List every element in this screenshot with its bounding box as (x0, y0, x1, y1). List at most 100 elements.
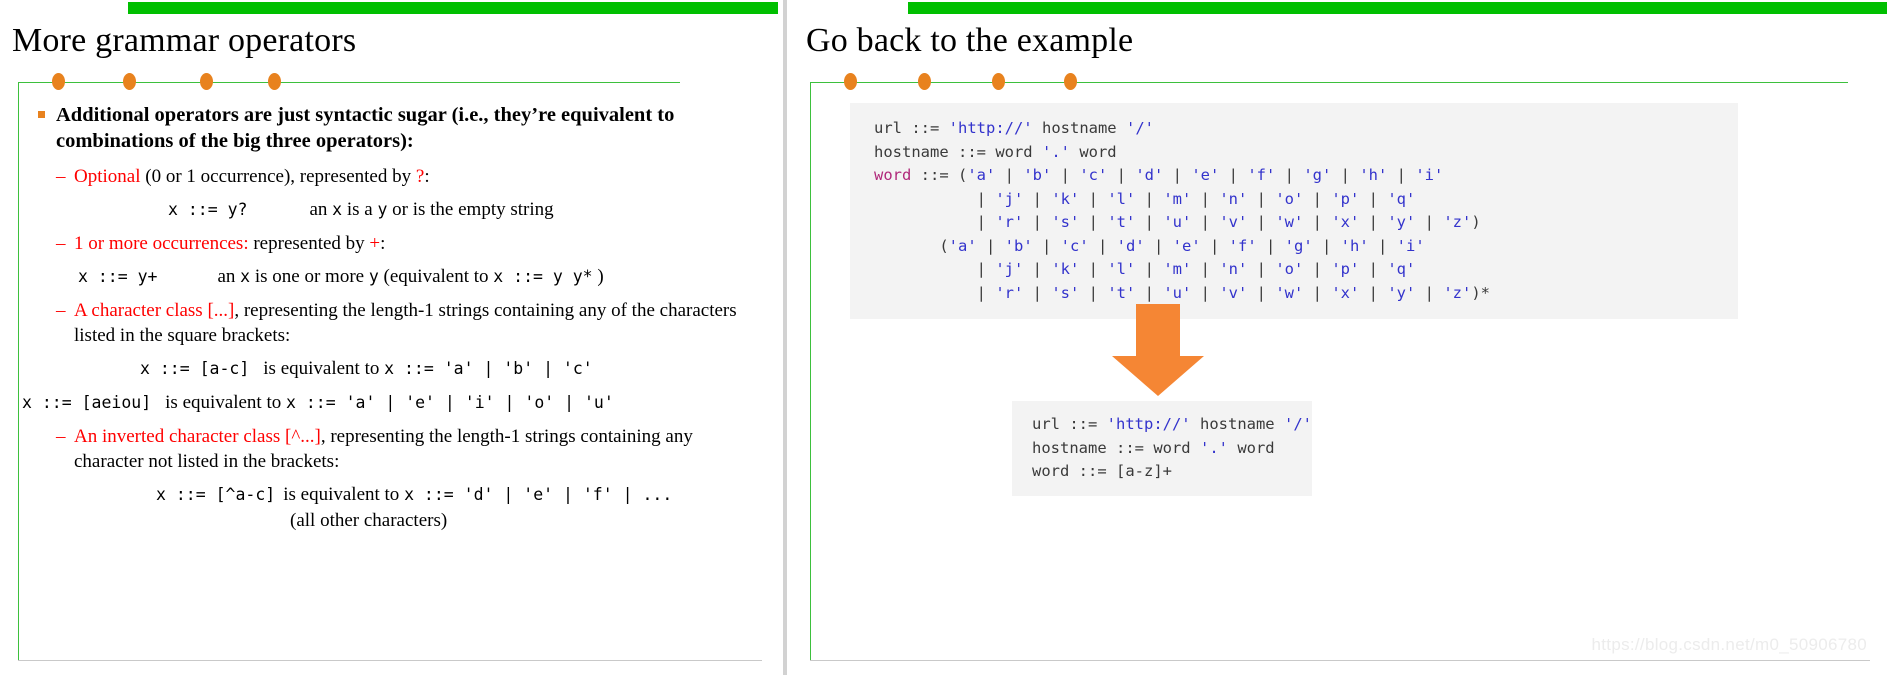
example-2-desc-d: ) (592, 266, 604, 287)
bottom-rule (18, 660, 762, 661)
sub-bullet-inverted-character-class: – An inverted character class [^...], re… (0, 424, 778, 474)
title-divider-rule (810, 82, 1848, 83)
code-token-plain: | (1135, 213, 1164, 231)
code-token-plain: | (1247, 260, 1276, 278)
example-2-rule: x ::= y+ (78, 267, 158, 286)
slide-separator (778, 0, 792, 675)
code-token-str: 'h' (1340, 236, 1369, 255)
code-token-str: 'o' (1275, 189, 1304, 208)
code-token-plain: | (1312, 236, 1341, 255)
code-token-plain: | (1144, 236, 1173, 255)
code-token-str: 'o' (1275, 260, 1304, 278)
slide-top-green-bar (128, 2, 778, 14)
code-token-str: 'y' (1387, 213, 1416, 231)
code-token-str: 'g' (1303, 166, 1332, 184)
code-token-plain: | (1415, 283, 1444, 302)
code-token-plain: | (1023, 260, 1052, 278)
code-token-str: 'n' (1219, 189, 1248, 208)
code-token-str: 'e' (1191, 166, 1220, 184)
code-token-str: 'e' (1172, 236, 1201, 255)
sub-bullet-character-class: – A character class [...], representing … (0, 298, 778, 348)
code-token-plain: | (1359, 260, 1388, 278)
code-line: | 'j' | 'k' | 'l' | 'm' | 'n' | 'o' | 'p… (874, 258, 1738, 282)
code-line: word ::= [a-z]+ (1032, 460, 1312, 484)
code-token-str: 'q' (1387, 260, 1416, 278)
code-token-plain: | (1079, 213, 1108, 231)
code-token-plain: | (1415, 213, 1444, 231)
code-token-str: 't' (1107, 213, 1136, 231)
code-token-plain: | (1359, 283, 1388, 302)
code-token-str: 'm' (1163, 189, 1192, 208)
code-token-plain: word (1227, 438, 1275, 457)
example-4-rule: x ::= [aeiou] (22, 393, 152, 412)
code-line: url ::= 'http://' hostname '/' (1032, 413, 1312, 437)
code-token-plain: | (1275, 166, 1304, 184)
example-2-y: y (368, 267, 379, 286)
code-token-str: 'l' (1107, 189, 1136, 208)
example-4-equiv: x ::= 'a' | 'e' | 'i' | 'o' | 'u' (285, 393, 614, 412)
code-token-str: 'w' (1275, 283, 1304, 302)
dash-bullet-icon: – (56, 233, 66, 254)
grammar-code-block-after: url ::= 'http://' hostname '/' hostname :… (1012, 401, 1312, 496)
decorative-dot-1 (844, 73, 857, 90)
code-token-str: 'y' (1387, 283, 1416, 302)
code-token-str: 'http://' (1106, 415, 1191, 433)
code-line: | 'r' | 's' | 't' | 'u' | 'v' | 'w' | 'x… (874, 282, 1738, 306)
code-token-str: 'http://' (948, 119, 1033, 137)
code-token-plain: | (1200, 236, 1229, 255)
code-token-str: 'l' (1107, 260, 1136, 278)
code-token-str: 'm' (1163, 260, 1192, 278)
code-token-plain: | (874, 189, 996, 208)
decorative-dot-3 (992, 73, 1005, 90)
slide-body: Additional operators are just syntactic … (0, 92, 778, 534)
code-token-str: 'g' (1284, 236, 1313, 255)
code-token-plain: | (976, 236, 1005, 255)
code-token-plain: word (1069, 142, 1117, 161)
code-token-plain: | (1247, 189, 1276, 208)
grammar-code-block-before: url ::= 'http://' hostname '/' hostname :… (850, 103, 1738, 319)
code-token-plain: | (1331, 166, 1360, 184)
code-token-str: 'w' (1275, 213, 1304, 231)
code-token-plain: | (1163, 166, 1192, 184)
code-token-plain: | (1247, 213, 1276, 231)
code-token-plain: | (1219, 166, 1248, 184)
code-token-plain: url ::= (874, 119, 949, 137)
code-token-str: '.' (1041, 142, 1070, 161)
code-token-plain: | (1107, 166, 1136, 184)
code-token-plain: | (1135, 283, 1164, 302)
code-token-plain: ::= ( (911, 166, 968, 184)
sub-bullet-operator: + (369, 233, 381, 254)
example-3-desc: is equivalent to (263, 358, 385, 379)
code-line: hostname ::= word '.' word (1032, 437, 1312, 461)
example-2-desc-a: an (217, 266, 241, 287)
code-token-plain: | (1191, 260, 1220, 278)
code-token-plain: | (1247, 283, 1276, 302)
code-token-plain: | (874, 260, 996, 278)
example-1-y: y (377, 200, 388, 219)
example-5-desc: is equivalent to (283, 484, 405, 505)
decorative-dot-3 (200, 73, 213, 90)
code-token-str: 'i' (1415, 166, 1444, 184)
code-token-plain: | (1191, 189, 1220, 208)
code-token-plain: | (1023, 189, 1052, 208)
code-token-plain: | (1303, 189, 1332, 208)
code-token-str: 'x' (1331, 213, 1360, 231)
code-token-plain: ( (874, 236, 949, 255)
code-token-plain: | (874, 283, 996, 302)
code-token-str: 'u' (1163, 283, 1192, 302)
code-line: ('a' | 'b' | 'c' | 'd' | 'e' | 'f' | 'g'… (874, 235, 1738, 259)
example-2-desc-b: is one or more (250, 266, 369, 287)
example-1-x: x (332, 200, 343, 219)
code-token-kw: word (874, 166, 912, 184)
decorative-dot-2 (918, 73, 931, 90)
example-line-3: x ::= [a-c] is equivalent to x ::= 'a' | … (0, 356, 778, 382)
code-token-plain: | (1079, 189, 1108, 208)
code-token-str: 'j' (995, 260, 1024, 278)
sub-bullet-one-or-more: – 1 or more occurrences: represented by … (0, 231, 778, 256)
code-token-plain: hostname (1032, 119, 1126, 137)
code-line: url ::= 'http://' hostname '/' (874, 117, 1738, 141)
example-line-1: x ::= y? an x is a y or is the empty stri… (0, 197, 778, 223)
code-token-str: 'q' (1387, 189, 1416, 208)
example-1-desc-a: an (309, 199, 333, 220)
code-token-str: 'k' (1051, 260, 1080, 278)
